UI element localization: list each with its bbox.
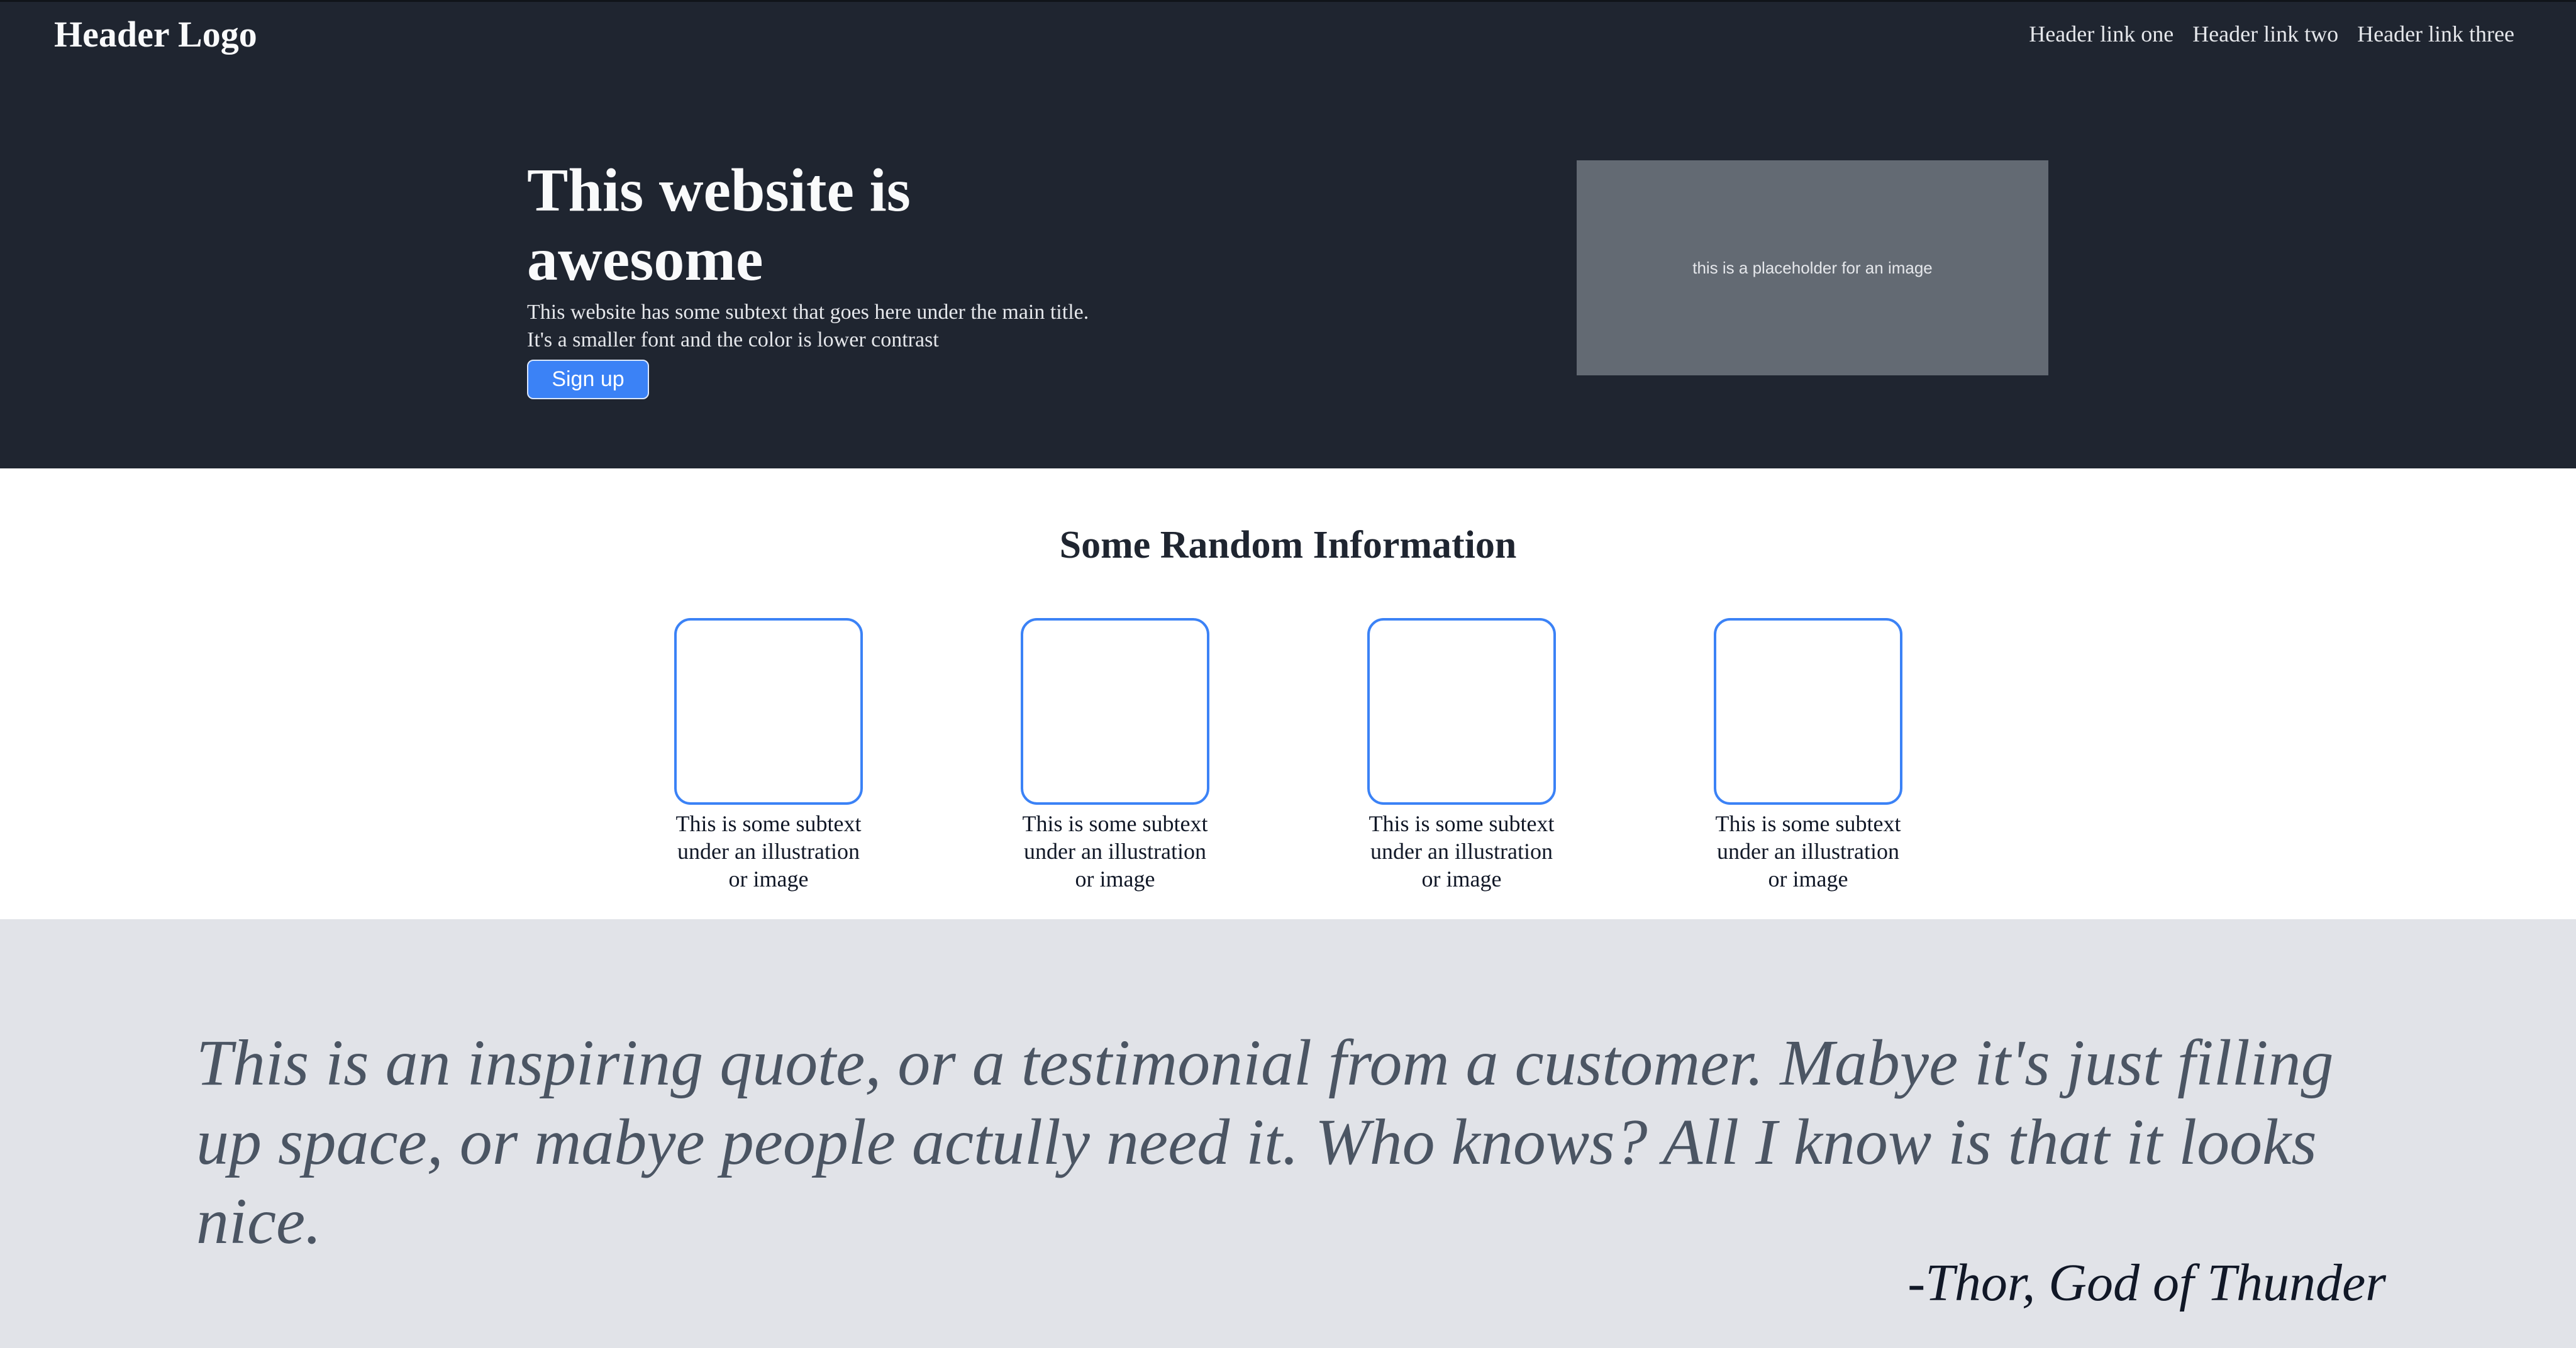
card-illustration: [1367, 618, 1556, 805]
testimonial-quote: This is an inspiring quote, or a testimo…: [196, 1027, 2334, 1257]
image-placeholder-text: this is a placeholder for an image: [1692, 258, 1933, 277]
info-section-title: Some Random Information: [1059, 524, 1517, 566]
header-link-one[interactable]: Header link one: [2029, 21, 2174, 47]
info-card: This is some subtext under an illustrati…: [1714, 618, 1902, 893]
card-subtext: This is some subtext under an illustrati…: [675, 811, 862, 892]
quote-author: -Thor, God of Thunder: [1907, 1254, 2386, 1312]
quote-section: This is an inspiring quote, or a testimo…: [0, 919, 2576, 1348]
hero-subtext: This website has some subtext that goes …: [527, 301, 1089, 351]
card-illustration: [1714, 618, 1902, 805]
card-subtext: This is some subtext under an illustrati…: [1368, 811, 1555, 892]
info-card: This is some subtext under an illustrati…: [674, 618, 863, 893]
header-logo[interactable]: Header Logo: [54, 13, 257, 55]
card-illustration: [674, 618, 863, 805]
header-link-three[interactable]: Header link three: [2357, 21, 2514, 47]
card-subtext: This is some subtext under an illustrati…: [1022, 811, 1208, 892]
hero-image-placeholder: this is a placeholder for an image: [1577, 160, 2048, 375]
header-nav: Header link one Header link two Header l…: [2029, 21, 2514, 47]
signup-button[interactable]: Sign up: [527, 360, 649, 399]
info-card: This is some subtext under an illustrati…: [1021, 618, 1209, 893]
hero-title: This website is awesome: [527, 157, 911, 294]
card-subtext: This is some subtext under an illustrati…: [1715, 811, 1901, 892]
card-illustration: [1021, 618, 1209, 805]
info-card: This is some subtext under an illustrati…: [1367, 618, 1556, 893]
hero-section: Header Logo Header link one Header link …: [0, 0, 2576, 468]
header-link-two[interactable]: Header link two: [2192, 21, 2338, 47]
